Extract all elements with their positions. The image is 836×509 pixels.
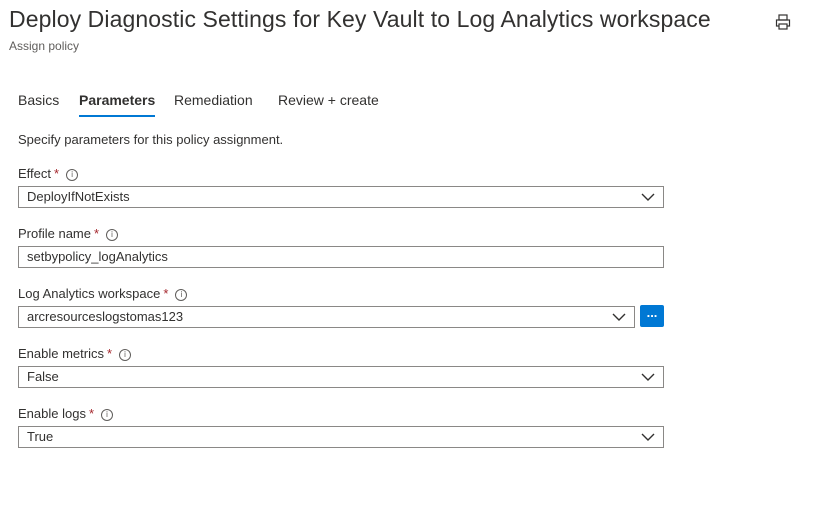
enable-metrics-value: False [27,369,59,384]
workspace-label: Log Analytics workspace * i [18,286,188,301]
effect-dropdown[interactable]: DeployIfNotExists [18,186,664,208]
browse-workspace-button[interactable]: ... [640,305,664,327]
tab-parameters[interactable]: Parameters [79,92,156,117]
info-icon[interactable]: i [66,169,79,181]
required-asterisk: * [93,226,100,241]
workspace-value: arcresourceslogstomas123 [27,309,184,324]
profile-name-value: setbypolicy_logAnalytics [27,249,168,264]
effect-label: Effect * i [18,166,79,181]
workspace-dropdown[interactable]: arcresourceslogstomas123 [18,306,635,328]
tab-remediation[interactable]: Remediation [174,92,253,108]
enable-metrics-label: Enable metrics * i [18,346,132,361]
enable-metrics-dropdown[interactable]: False [18,366,664,388]
tab-review-create[interactable]: Review + create [278,92,379,108]
enable-logs-value: True [27,429,54,444]
page-subtitle: Assign policy [9,39,80,53]
required-asterisk: * [163,286,169,301]
print-icon[interactable] [774,13,792,31]
info-icon[interactable]: i [106,229,119,241]
chevron-down-icon [612,313,626,321]
enable-logs-label: Enable logs * i [18,406,114,421]
tab-basics[interactable]: Basics [18,92,59,108]
required-asterisk: * [54,166,60,181]
intro-text: Specify parameters for this policy assig… [18,132,284,147]
chevron-down-icon [641,193,655,201]
profile-name-label: Profile name * i [18,226,119,241]
info-icon[interactable]: i [101,409,114,421]
required-asterisk: * [106,346,113,361]
required-asterisk: * [88,406,95,421]
info-icon[interactable]: i [175,289,188,301]
enable-logs-dropdown[interactable]: True [18,426,664,448]
effect-value: DeployIfNotExists [27,189,130,204]
page-title: Deploy Diagnostic Settings for Key Vault… [9,6,711,32]
chevron-down-icon [641,433,655,441]
profile-name-input[interactable]: setbypolicy_logAnalytics [18,246,664,268]
info-icon[interactable]: i [119,349,132,361]
chevron-down-icon [641,373,655,381]
